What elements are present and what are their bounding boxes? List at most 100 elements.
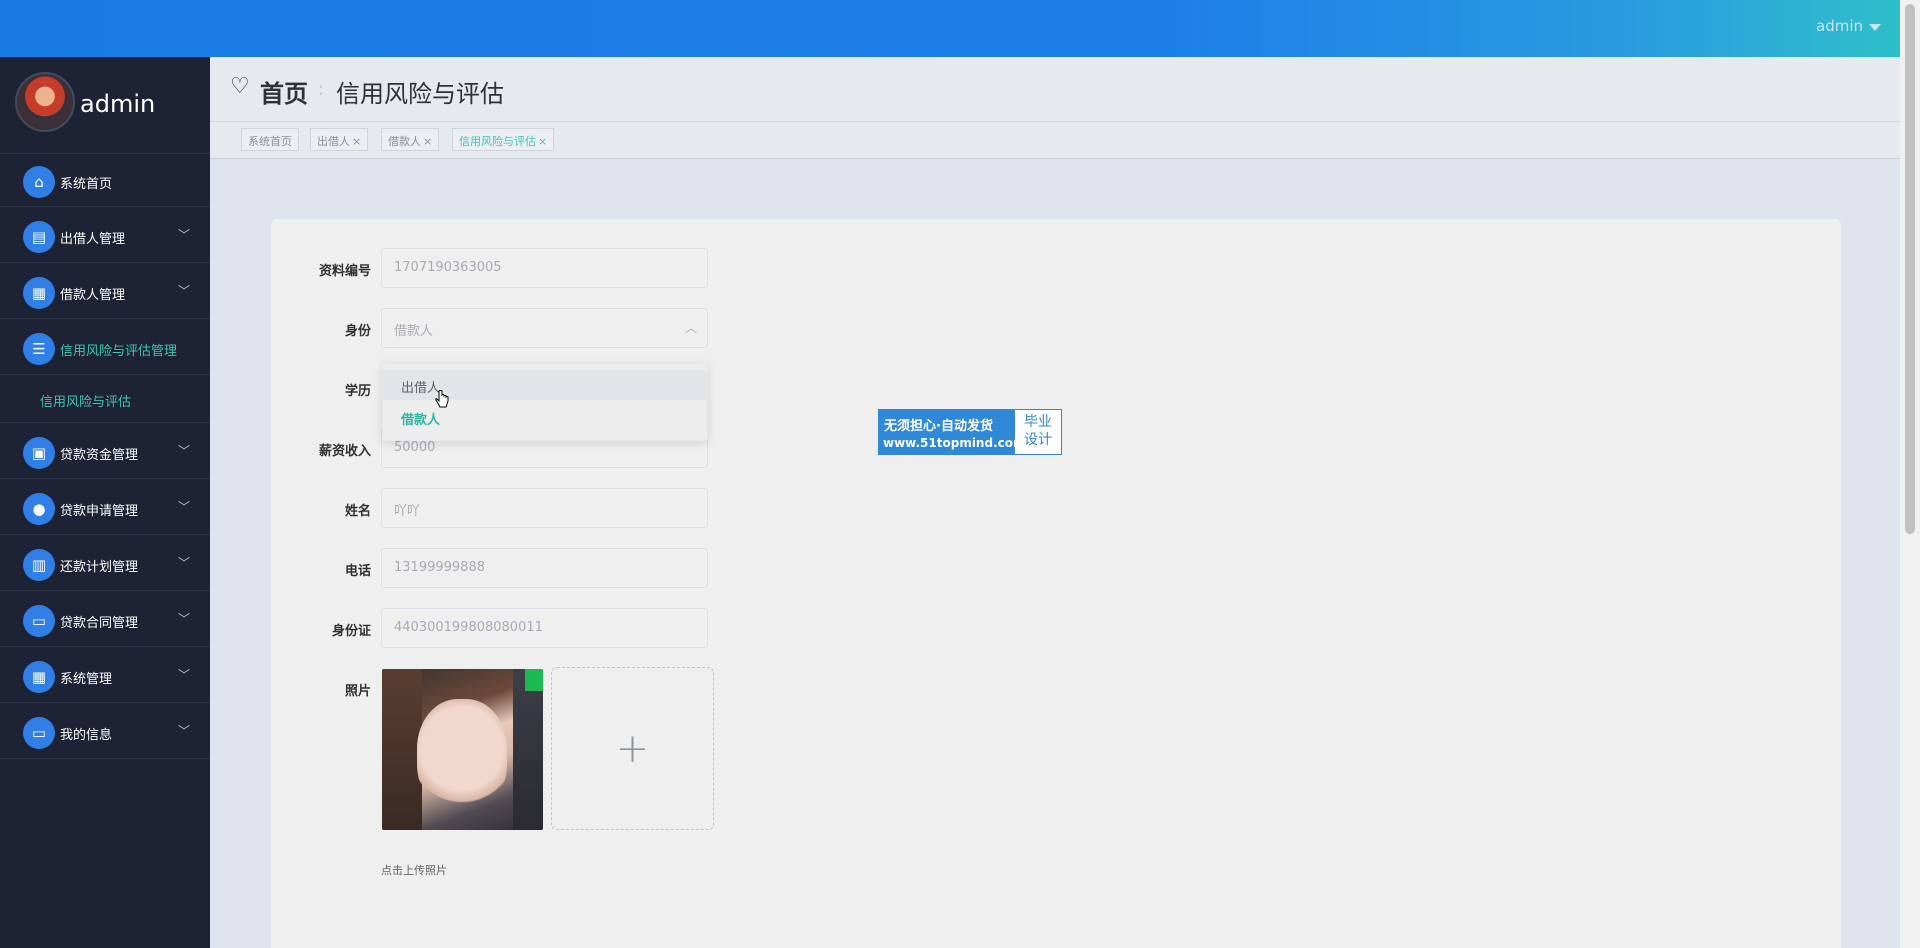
sidebar-item-label: 借款人管理	[60, 288, 126, 303]
uploaded-photo[interactable]	[382, 669, 543, 830]
name-label: 姓名	[344, 504, 371, 519]
sidebar-item-label: 系统首页	[60, 177, 113, 192]
dropdown-option-label: 借款人	[401, 413, 441, 428]
sidebar-item-loan-applications[interactable]: ● 贷款申请管理 ﹀	[0, 479, 210, 535]
id-card-value: 440300199808080011	[394, 620, 543, 635]
main-content: 资料编号 1707190363005 身份 借款人 ︿ 学历 薪资收入 5000…	[210, 159, 1900, 948]
clipboard-icon: ▣	[23, 437, 55, 469]
education-label: 学历	[344, 384, 371, 399]
upload-button[interactable]: +	[551, 667, 714, 830]
watermark-right2: 设计	[1024, 432, 1052, 448]
photo-label: 照片	[344, 684, 371, 699]
watermark-line2: www.51topmind.com	[883, 436, 1026, 450]
chat-icon: ▭	[23, 605, 55, 637]
plus-icon: +	[615, 725, 650, 772]
top-bar: admin	[0, 0, 1920, 57]
identity-dropdown: 出借人 借款人	[382, 363, 708, 441]
photo-hair-right	[513, 669, 543, 830]
salary-label: 薪资收入	[318, 444, 371, 459]
sidebar-subitem-label: 信用风险与评估	[40, 395, 132, 410]
grid-icon: ▦	[23, 277, 55, 309]
sidebar-item-loan-contracts[interactable]: ▭ 贷款合同管理 ﹀	[0, 591, 210, 647]
watermark-right1: 毕业	[1024, 414, 1052, 430]
tab-credit-risk[interactable]: 信用风险与评估 ×	[452, 128, 555, 151]
heart-icon: ♡	[230, 74, 250, 99]
id-card-field[interactable]: 440300199808080011	[381, 608, 708, 648]
sidebar-item-label: 系统管理	[60, 672, 113, 687]
page-scrollbar[interactable]	[1900, 0, 1920, 948]
sidebar: admin ⌂ 系统首页 ▤ 出借人管理 ﹀ ▦ 借款人管理 ﹀ ☰ 信用风险与…	[0, 57, 210, 948]
identity-value: 借款人	[394, 324, 434, 339]
sidebar-item-credit-risk[interactable]: ☰ 信用风险与评估管理	[0, 319, 210, 375]
sidebar-item-loan-funds[interactable]: ▣ 贷款资金管理 ﹀	[0, 423, 210, 479]
name-value: 吖吖	[394, 504, 421, 519]
sidebar-item-label: 贷款资金管理	[60, 448, 139, 463]
phone-value: 13199999888	[394, 560, 485, 575]
phone-field[interactable]: 13199999888	[381, 548, 708, 588]
close-icon[interactable]: ×	[423, 135, 432, 148]
chevron-down-icon: ﹀	[177, 228, 190, 242]
phone-label: 电话	[344, 564, 371, 579]
sidebar-item-system[interactable]: ▦ 系统管理 ﹀	[0, 647, 210, 703]
chevron-down-icon: ﹀	[177, 556, 190, 570]
close-icon[interactable]: ×	[352, 135, 361, 148]
sidebar-item-my-info[interactable]: ▭ 我的信息 ﹀	[0, 703, 210, 759]
form-card: 资料编号 1707190363005 身份 借款人 ︿ 学历 薪资收入 5000…	[271, 219, 1841, 948]
record-no-value: 1707190363005	[394, 260, 502, 275]
sidebar-item-home[interactable]: ⌂ 系统首页	[0, 154, 210, 207]
photo-face	[417, 699, 507, 809]
name-field[interactable]: 吖吖	[381, 488, 708, 528]
sidebar-item-label: 我的信息	[60, 728, 113, 743]
close-icon[interactable]: ×	[538, 135, 547, 148]
sidebar-item-lenders[interactable]: ▤ 出借人管理 ﹀	[0, 207, 210, 263]
card-icon: ▭	[23, 717, 55, 749]
watermark-logo: 无须担心·自动发货 www.51topmind.com 毕业 设计	[878, 409, 1062, 455]
breadcrumb: ♡ 首页 : 信用风险与评估	[210, 57, 1900, 122]
tab-label: 借款人	[388, 135, 421, 148]
tab-label: 出借人	[317, 135, 350, 148]
salary-value: 50000	[394, 440, 436, 455]
sidebar-item-borrowers[interactable]: ▦ 借款人管理 ﹀	[0, 263, 210, 319]
tabs-bar: 系统首页 出借人 × 借款人 × 信用风险与评估 ×	[210, 122, 1900, 159]
breadcrumb-home[interactable]: 首页	[260, 74, 308, 109]
record-no-label: 资料编号	[318, 264, 371, 279]
book-icon: ▥	[23, 549, 55, 581]
photo-hair-left	[382, 669, 422, 830]
tab-lenders[interactable]: 出借人 ×	[310, 128, 369, 151]
avatar	[15, 72, 75, 132]
upload-tip: 点击上传照片	[381, 864, 447, 877]
profile: admin	[0, 57, 210, 154]
chevron-down-icon: ﹀	[177, 724, 190, 738]
scrollbar-thumb[interactable]	[1905, 4, 1915, 534]
user-menu-label[interactable]: admin	[1816, 17, 1863, 35]
chevron-down-icon: ﹀	[177, 612, 190, 626]
briefcase-icon: ▤	[23, 221, 55, 253]
record-no-field[interactable]: 1707190363005	[381, 248, 708, 288]
chevron-down-icon: ﹀	[177, 444, 190, 458]
photo-corner	[525, 669, 543, 691]
sidebar-item-label: 贷款申请管理	[60, 504, 139, 519]
tab-label: 系统首页	[248, 135, 292, 148]
caret-down-icon[interactable]	[1869, 24, 1881, 31]
identity-select[interactable]: 借款人 ︿	[381, 308, 708, 348]
chevron-down-icon: ﹀	[177, 500, 190, 514]
tab-home[interactable]: 系统首页	[241, 128, 299, 151]
sidebar-item-label: 贷款合同管理	[60, 616, 139, 631]
chevron-up-icon: ︿	[684, 321, 697, 335]
tab-borrowers[interactable]: 借款人 ×	[381, 128, 440, 151]
watermark-line1: 无须担心·自动发货	[884, 419, 993, 434]
dropdown-option-borrower[interactable]: 借款人	[383, 402, 707, 432]
chevron-down-icon: ﹀	[177, 668, 190, 682]
grid-icon: ▦	[23, 661, 55, 693]
breadcrumb-current: 信用风险与评估	[336, 80, 504, 108]
sidebar-subitem-credit-risk[interactable]: 信用风险与评估	[0, 375, 210, 423]
id-card-label: 身份证	[331, 624, 371, 639]
chevron-down-icon: ﹀	[177, 284, 190, 298]
sliders-icon: ☰	[23, 333, 55, 365]
profile-name: admin	[80, 90, 156, 118]
sidebar-item-repayment-plans[interactable]: ▥ 还款计划管理 ﹀	[0, 535, 210, 591]
sidebar-item-label: 信用风险与评估管理	[60, 344, 178, 359]
sidebar-item-label: 还款计划管理	[60, 560, 139, 575]
tab-label: 信用风险与评估	[459, 135, 536, 148]
dropdown-option-lender[interactable]: 出借人	[383, 370, 707, 408]
